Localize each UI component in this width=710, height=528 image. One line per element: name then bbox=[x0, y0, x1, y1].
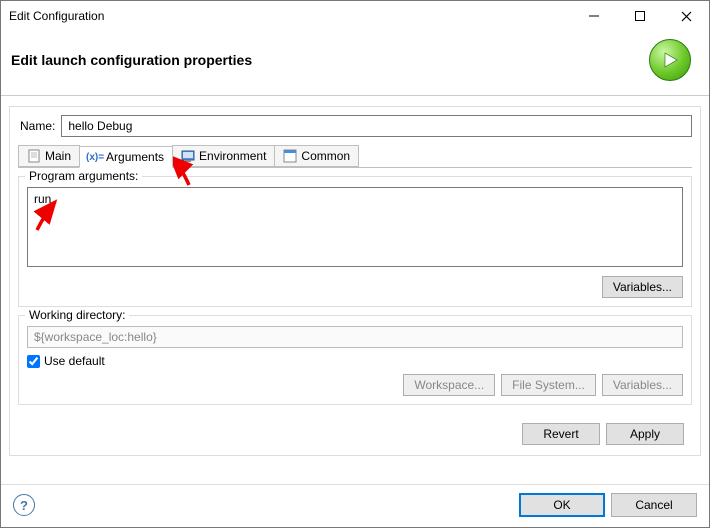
program-arguments-label: Program arguments: bbox=[25, 169, 142, 183]
arguments-icon: (x)= bbox=[88, 150, 102, 164]
page-title: Edit launch configuration properties bbox=[11, 52, 649, 68]
workspace-button: Workspace... bbox=[403, 374, 495, 396]
revert-button[interactable]: Revert bbox=[522, 423, 600, 445]
window-title: Edit Configuration bbox=[9, 9, 104, 23]
program-arguments-group: Program arguments: Variables... bbox=[18, 176, 692, 307]
use-default-label: Use default bbox=[44, 354, 105, 368]
revert-apply-row: Revert Apply bbox=[18, 413, 692, 445]
tab-label: Main bbox=[45, 149, 71, 163]
header: Edit launch configuration properties bbox=[1, 31, 709, 96]
titlebar: Edit Configuration bbox=[1, 1, 709, 31]
tab-label: Common bbox=[301, 149, 350, 163]
name-row: Name: bbox=[18, 115, 692, 137]
working-directory-input bbox=[27, 326, 683, 348]
document-icon bbox=[27, 149, 41, 163]
run-icon bbox=[649, 39, 691, 81]
environment-icon bbox=[181, 149, 195, 163]
tab-arguments[interactable]: (x)= Arguments bbox=[79, 146, 173, 168]
variables-button[interactable]: Variables... bbox=[602, 276, 683, 298]
common-icon bbox=[283, 149, 297, 163]
working-directory-group: Working directory: Use default Workspace… bbox=[18, 315, 692, 405]
tabstrip: Main (x)= Arguments Environment Common bbox=[18, 145, 692, 168]
working-directory-label: Working directory: bbox=[25, 308, 129, 322]
footer: ? OK Cancel bbox=[1, 484, 709, 527]
tab-common[interactable]: Common bbox=[274, 145, 359, 167]
tab-label: Environment bbox=[199, 149, 266, 163]
variables-button-2: Variables... bbox=[602, 374, 683, 396]
apply-button[interactable]: Apply bbox=[606, 423, 684, 445]
config-group: Name: Main (x)= Arguments Environment bbox=[9, 106, 701, 456]
filesystem-button: File System... bbox=[501, 374, 596, 396]
tab-environment[interactable]: Environment bbox=[172, 145, 275, 167]
name-label: Name: bbox=[18, 119, 55, 133]
minimize-button[interactable] bbox=[571, 1, 617, 31]
close-button[interactable] bbox=[663, 1, 709, 31]
ok-button[interactable]: OK bbox=[519, 493, 605, 517]
tab-label: Arguments bbox=[106, 150, 164, 164]
name-input[interactable] bbox=[61, 115, 692, 137]
maximize-button[interactable] bbox=[617, 1, 663, 31]
program-arguments-input[interactable] bbox=[27, 187, 683, 267]
use-default-checkbox[interactable] bbox=[27, 355, 40, 368]
cancel-button[interactable]: Cancel bbox=[611, 493, 697, 517]
tab-main[interactable]: Main bbox=[18, 145, 80, 167]
main-panel: Name: Main (x)= Arguments Environment bbox=[1, 96, 709, 456]
help-icon[interactable]: ? bbox=[13, 494, 35, 516]
